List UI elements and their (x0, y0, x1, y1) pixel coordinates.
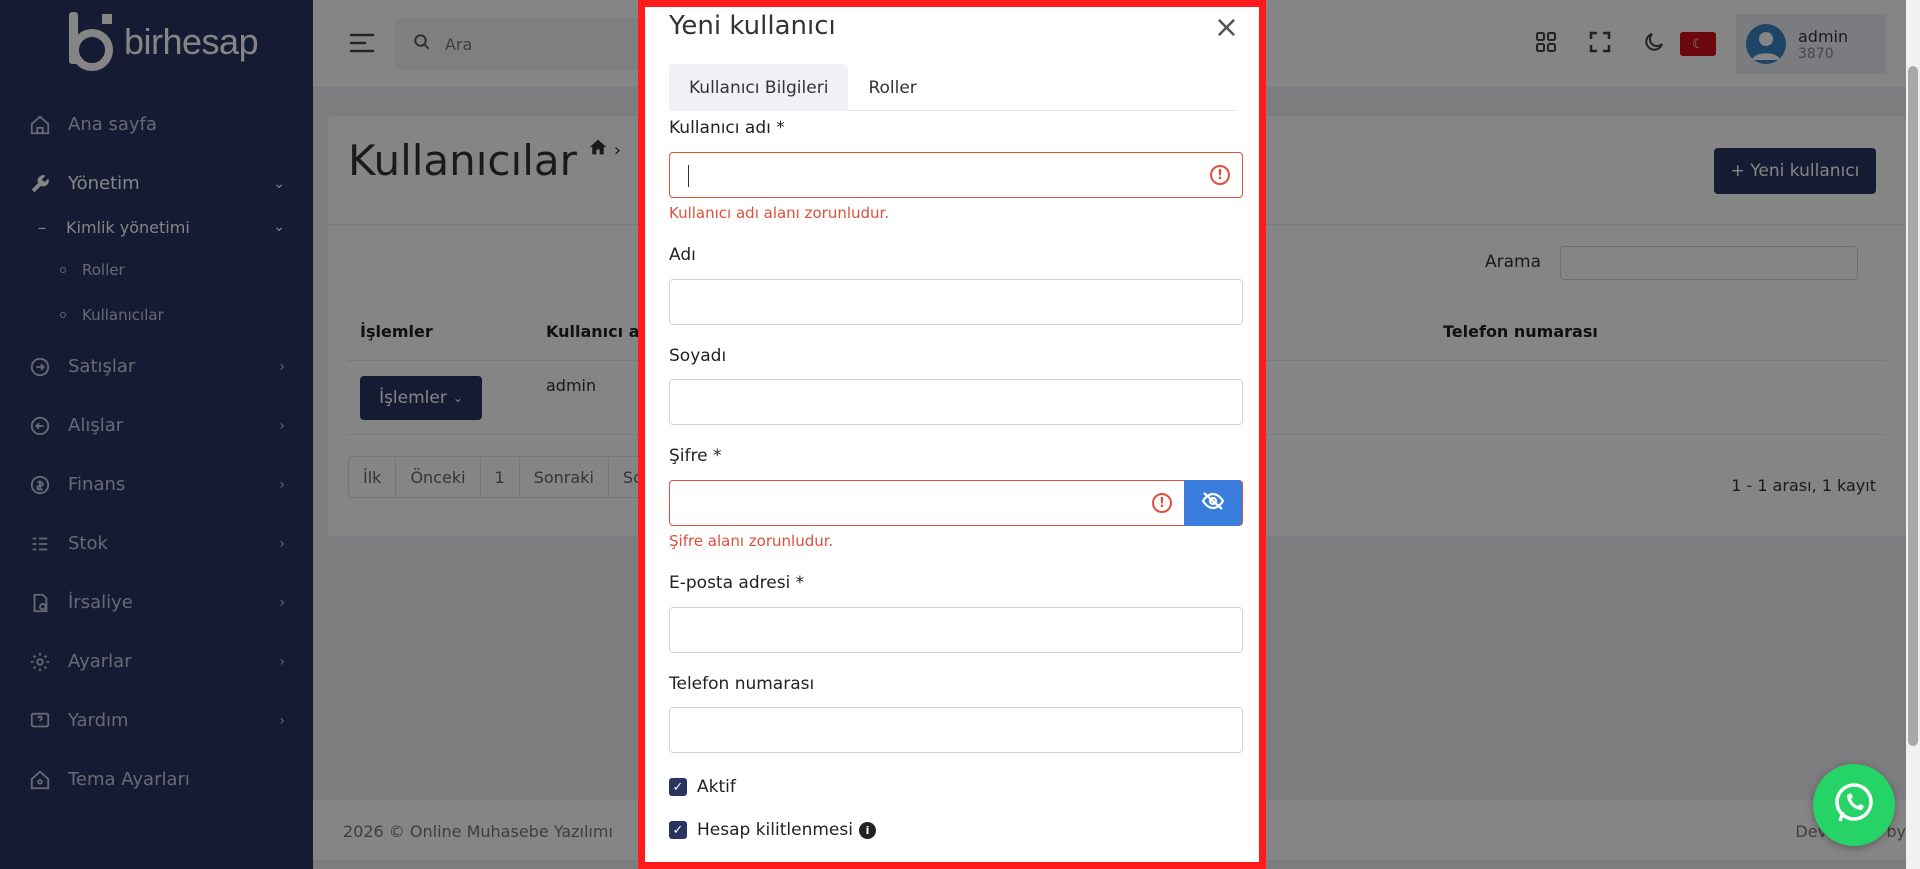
modal-title: Yeni kullanıcı (669, 11, 836, 41)
eye-slash-icon (1201, 491, 1225, 515)
password-label: Şifre * (669, 446, 722, 466)
phone-label: Telefon numarası (669, 674, 815, 694)
name-field[interactable] (669, 279, 1243, 325)
new-user-modal: Yeni kullanıcı × Kullanıcı Bilgileri Rol… (638, 0, 1266, 869)
active-checkbox-label: Aktif (697, 777, 736, 797)
text-caret (688, 165, 689, 187)
surname-label: Soyadı (669, 346, 727, 366)
error-icon: ! (1152, 493, 1172, 513)
modal-tabs: Kullanıcı Bilgileri Roller (669, 64, 1235, 111)
lockout-checkbox-label: Hesap kilitlenmesi (697, 820, 853, 840)
email-field[interactable] (669, 607, 1243, 653)
password-error: Şifre alanı zorunludur. (669, 532, 834, 550)
username-error: Kullanıcı adı alanı zorunludur. (669, 204, 890, 222)
tab-roles[interactable]: Roller (848, 64, 936, 111)
scrollbar-thumb[interactable] (1908, 66, 1918, 746)
phone-field[interactable] (669, 707, 1243, 753)
whatsapp-button[interactable] (1813, 764, 1895, 846)
surname-field[interactable] (669, 379, 1243, 425)
check-icon[interactable]: ✓ (669, 821, 687, 839)
error-icon: ! (1210, 165, 1230, 185)
username-field[interactable]: ! (669, 152, 1243, 198)
close-icon[interactable]: × (1214, 13, 1239, 43)
password-field[interactable]: ! (669, 480, 1243, 526)
name-label: Adı (669, 245, 696, 265)
toggle-password-button[interactable] (1184, 480, 1242, 526)
info-icon[interactable]: i (858, 821, 876, 839)
tab-user-info[interactable]: Kullanıcı Bilgileri (669, 64, 849, 111)
whatsapp-icon (1830, 779, 1878, 831)
username-label: Kullanıcı adı * (669, 118, 785, 138)
check-icon[interactable]: ✓ (669, 778, 687, 796)
active-checkbox[interactable]: ✓ Aktif (669, 777, 736, 797)
email-label: E-posta adresi * (669, 573, 805, 593)
page-scrollbar[interactable] (1906, 0, 1920, 869)
lockout-checkbox[interactable]: ✓ Hesap kilitlenmesi i (669, 820, 876, 840)
